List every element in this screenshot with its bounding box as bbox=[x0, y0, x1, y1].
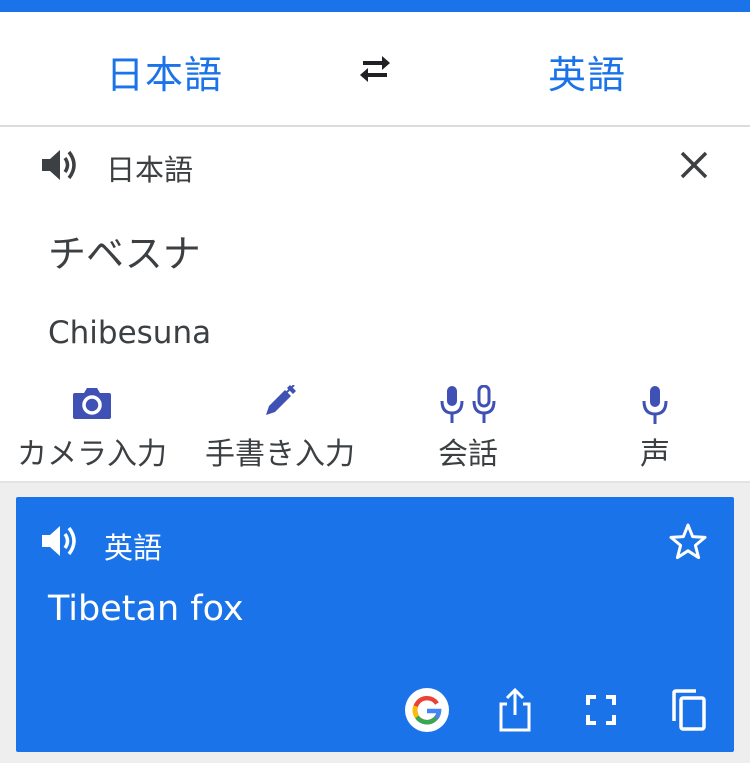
source-language-button[interactable]: 日本語 bbox=[106, 44, 223, 99]
conversation-button[interactable]: 会話 bbox=[400, 385, 536, 472]
translation-card[interactable]: 英語 Tibetan fox bbox=[16, 497, 734, 752]
language-bar: 日本語 英語 bbox=[0, 12, 750, 127]
close-icon[interactable] bbox=[676, 147, 712, 183]
transliteration-text: Chibesuna bbox=[48, 315, 212, 351]
voice-input-button[interactable]: 声 bbox=[600, 385, 710, 472]
conversation-mic-icon bbox=[440, 385, 496, 423]
source-language-label: 日本語 bbox=[106, 153, 194, 187]
conversation-label: 会話 bbox=[438, 437, 498, 472]
pen-icon bbox=[266, 385, 296, 415]
fullscreen-icon[interactable] bbox=[578, 687, 624, 733]
copy-icon[interactable] bbox=[666, 687, 712, 733]
target-language-label: 英語 bbox=[104, 531, 163, 565]
share-icon[interactable] bbox=[492, 687, 538, 733]
input-card: 日本語 チベスナ Chibesuna カメラ入力 手書き入力 会話 声 bbox=[0, 127, 750, 483]
handwriting-input-label: 手書き入力 bbox=[205, 437, 355, 472]
voice-input-label: 声 bbox=[640, 437, 670, 472]
translated-text: Tibetan fox bbox=[48, 589, 244, 629]
target-language-button[interactable]: 英語 bbox=[548, 44, 626, 99]
camera-icon bbox=[73, 388, 111, 419]
speaker-icon[interactable] bbox=[40, 147, 80, 183]
star-icon[interactable] bbox=[667, 521, 709, 563]
handwriting-input-button[interactable]: 手書き入力 bbox=[198, 385, 362, 472]
swap-languages-icon[interactable] bbox=[355, 52, 395, 86]
camera-input-label: カメラ入力 bbox=[17, 437, 167, 472]
google-icon[interactable] bbox=[404, 687, 450, 733]
camera-input-button[interactable]: カメラ入力 bbox=[12, 385, 172, 472]
source-text[interactable]: チベスナ bbox=[48, 223, 201, 278]
mic-icon bbox=[642, 386, 668, 424]
speaker-icon[interactable] bbox=[40, 523, 80, 559]
top-accent-bar bbox=[0, 0, 750, 12]
